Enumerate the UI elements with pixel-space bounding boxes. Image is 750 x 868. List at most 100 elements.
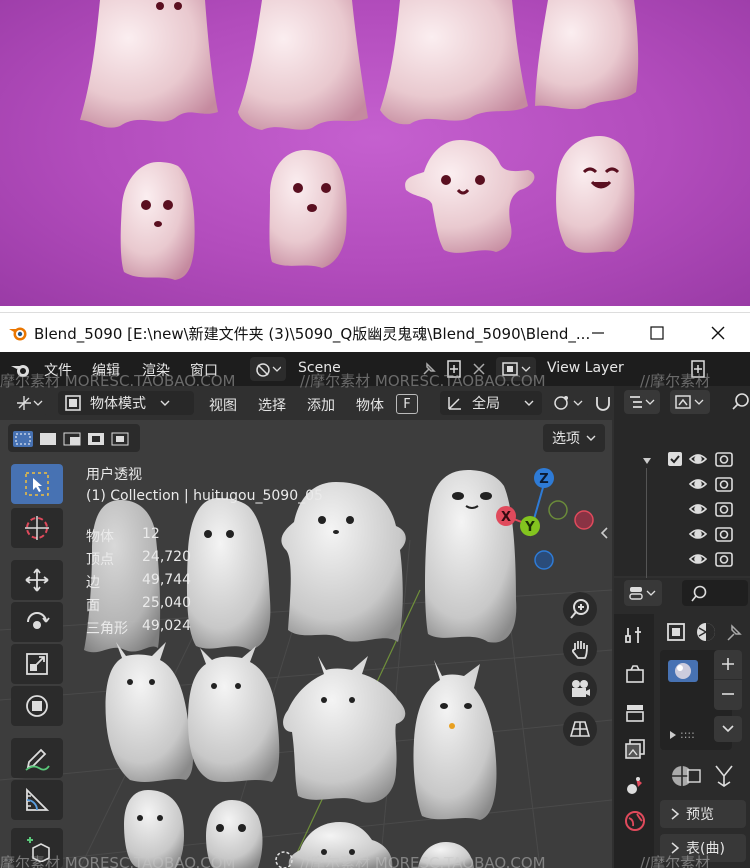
chevron-down-icon [722, 725, 734, 733]
menu-render[interactable]: 渲染 [142, 360, 170, 380]
window-titlebar: Blend_5090 [E:\new\新建文件夹 (3)\5090_Q版幽灵鬼魂… [0, 312, 750, 352]
material-slot-selected[interactable] [668, 660, 698, 682]
add-slot-icon[interactable] [720, 656, 736, 672]
list-resize-dots: :::: [680, 728, 695, 741]
view-layer-selector-button[interactable] [496, 357, 536, 381]
pan-button[interactable] [563, 632, 597, 666]
search-icon[interactable] [732, 392, 750, 410]
properties-search-input[interactable] [682, 580, 748, 606]
sidebar-toggle-icon[interactable] [598, 526, 610, 540]
stat-objects-label: 物体 [86, 529, 114, 545]
pivot-point-dropdown[interactable] [550, 391, 590, 415]
stat-objects-value: 12 [142, 526, 160, 542]
display-mode-icon [675, 395, 704, 409]
snap-icon[interactable] [594, 394, 612, 412]
slot-specials-button[interactable] [714, 716, 742, 742]
menu-edit[interactable]: 编辑 [92, 360, 120, 380]
options-dropdown[interactable]: 选项 [543, 424, 605, 452]
header-icons[interactable] [664, 620, 746, 644]
scene-selector-button[interactable] [250, 357, 286, 381]
close-icon [711, 326, 725, 340]
rotate-icon [27, 612, 50, 629]
annotate-tool[interactable] [11, 738, 63, 778]
3d-cursor-icon [25, 516, 49, 540]
maximize-button[interactable] [643, 319, 671, 347]
world-tab-icon[interactable] [624, 810, 646, 832]
collection-info: (1) Collection | huitugou_5090_05 [86, 488, 323, 504]
measure-tool[interactable] [11, 780, 63, 820]
display-mode-button[interactable] [670, 390, 710, 414]
view-layer-tab-icon[interactable] [624, 738, 646, 760]
menu-file[interactable]: 文件 [44, 360, 72, 380]
scale-icon [26, 653, 48, 675]
close-button[interactable] [704, 319, 732, 347]
scale-tool[interactable] [11, 644, 63, 684]
properties-tabs [614, 614, 654, 868]
camera-view-button[interactable] [563, 672, 597, 706]
minimize-button[interactable] [584, 319, 612, 347]
stat-edges-label: 边 [86, 575, 100, 591]
mode-label: 物体模式 [90, 396, 146, 412]
object-mode-icon [65, 395, 81, 411]
stat-triangles-value: 49,024 [142, 618, 191, 634]
menu-object[interactable]: 物体 [356, 395, 384, 415]
editor-type-button[interactable] [10, 391, 48, 415]
window-title: Blend_5090 [E:\new\新建文件夹 (3)\5090_Q版幽灵鬼魂… [34, 325, 591, 343]
menu-view[interactable]: 视图 [209, 395, 237, 415]
chevron-down-icon [160, 400, 170, 406]
cursor-tool[interactable] [11, 508, 63, 548]
menu-select[interactable]: 选择 [258, 395, 286, 415]
3d-viewport[interactable]: 选项 用户透视 (1) Collection | huitugou_5090_0… [0, 420, 612, 868]
grid-perspective-icon [569, 721, 591, 737]
expand-arrow-icon[interactable] [642, 456, 652, 466]
slot-add-remove-buttons [714, 650, 742, 710]
select-modes-icons[interactable] [12, 430, 136, 448]
remove-slot-icon[interactable] [720, 686, 736, 702]
ruler-icon [26, 787, 50, 811]
maximize-icon [650, 326, 664, 340]
rotate-tool[interactable] [11, 602, 63, 642]
include-checkbox[interactable] [668, 452, 682, 466]
outliner-editor-type-button[interactable] [624, 390, 660, 414]
new-scene-icon[interactable] [446, 359, 464, 379]
blender-logo-icon [9, 327, 27, 341]
axes-icon [17, 396, 43, 410]
pin-icon[interactable] [420, 360, 438, 378]
delete-scene-icon[interactable] [472, 362, 486, 376]
add-cube-icon [27, 837, 50, 862]
render-tab-icon[interactable] [624, 664, 646, 686]
scene-name[interactable]: Scene [298, 360, 341, 376]
preview-panel-header[interactable]: 预览 [660, 800, 746, 828]
zoom-button[interactable] [563, 592, 597, 626]
pencil-icon [25, 748, 50, 771]
scene-tab-icon[interactable] [624, 774, 646, 796]
expand-arrow-icon[interactable] [668, 730, 678, 740]
tool-settings-tab-icon[interactable] [624, 624, 646, 646]
ghosts-illustration [80, 0, 639, 280]
expand-arrow-icon [671, 808, 680, 820]
surface-panel-header[interactable]: 表(曲) [660, 834, 746, 862]
view-layer-icon [502, 362, 531, 376]
scene-icon [256, 363, 281, 377]
menu-add[interactable]: 添加 [307, 395, 335, 415]
properties-editor-type-button[interactable] [624, 580, 662, 606]
transform-orientation-dropdown[interactable]: 全局 [440, 391, 542, 415]
visibility-toggles[interactable] [688, 450, 750, 580]
new-view-layer-icon[interactable] [690, 359, 708, 379]
move-tool[interactable] [11, 560, 63, 600]
material-header-icons[interactable] [666, 762, 746, 792]
add-cube-tool[interactable] [11, 828, 63, 868]
select-box-tool[interactable] [11, 464, 63, 504]
orthographic-toggle-button[interactable] [563, 712, 597, 746]
stat-faces-value: 25,040 [142, 595, 191, 611]
view-layer-name[interactable]: View Layer [547, 360, 624, 376]
camera-icon [572, 680, 590, 697]
output-tab-icon[interactable] [624, 702, 646, 724]
mode-dropdown[interactable]: 物体模式 [58, 391, 194, 415]
properties-icon [629, 587, 656, 600]
menu-window[interactable]: 窗口 [190, 360, 218, 380]
transform-tool[interactable] [11, 686, 63, 726]
blender-menu-icon[interactable] [10, 361, 32, 379]
navigation-gizmo[interactable]: Z X Y [490, 460, 604, 574]
view-name: 用户透视 [86, 467, 142, 483]
